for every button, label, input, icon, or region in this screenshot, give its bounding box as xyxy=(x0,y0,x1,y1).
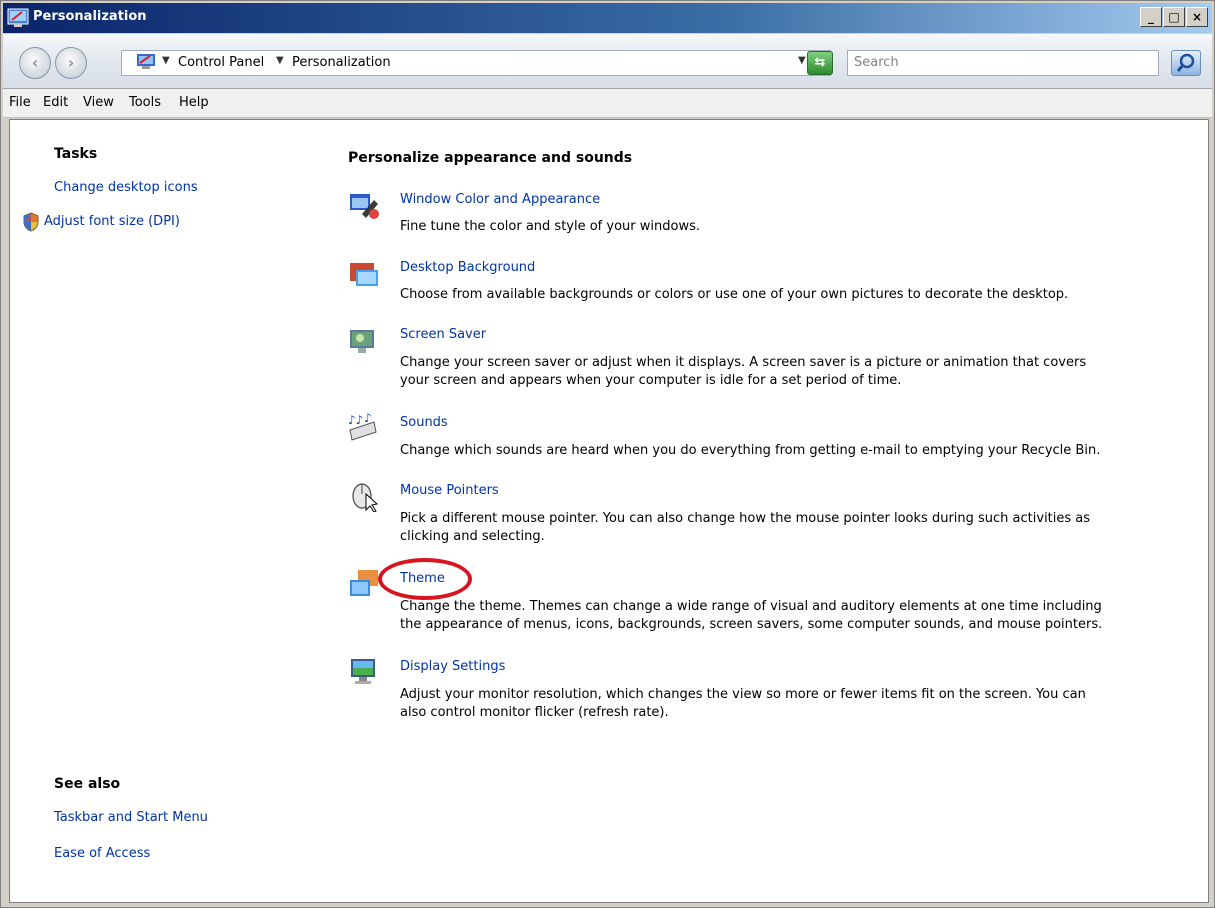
display-settings-link[interactable]: Display Settings xyxy=(400,659,505,674)
close-button[interactable]: × xyxy=(1186,7,1208,27)
personalization-window: Personalization _ □ × ‹ › ▼ Control Pane… xyxy=(0,0,1215,908)
shield-icon xyxy=(23,212,39,232)
minimize-button[interactable]: _ xyxy=(1140,7,1162,27)
address-box[interactable]: ▼ Control Panel ▼ Personalization ▼ xyxy=(121,50,831,76)
mouse-pointers-link[interactable]: Mouse Pointers xyxy=(400,483,499,498)
maximize-button[interactable]: □ xyxy=(1163,7,1185,27)
screen-saver-icon xyxy=(350,330,374,353)
breadcrumb-personalization[interactable]: Personalization xyxy=(292,55,391,70)
refresh-button[interactable]: ⇆ xyxy=(807,51,833,75)
display-settings-icon xyxy=(351,659,375,684)
sounds-link[interactable]: Sounds xyxy=(400,415,448,430)
title-bar[interactable]: Personalization _ □ × xyxy=(3,3,1212,33)
window-color-link[interactable]: Window Color and Appearance xyxy=(400,192,600,207)
address-bar-area: ‹ › ▼ Control Panel ▼ Personalization ▼ … xyxy=(3,34,1212,89)
see-also-heading: See also xyxy=(54,776,121,792)
menu-file[interactable]: File xyxy=(9,95,31,110)
forward-button[interactable]: › xyxy=(55,47,87,79)
tasks-heading: Tasks xyxy=(54,146,98,162)
desktop-background-description: Choose from available backgrounds or col… xyxy=(400,287,1069,302)
back-button[interactable]: ‹ xyxy=(19,47,51,79)
taskbar-start-menu-link[interactable]: Taskbar and Start Menu xyxy=(54,810,208,825)
screen-saver-description-line1: Change your screen saver or adjust when … xyxy=(400,355,1087,370)
sounds-icon: ♪♪ ♪ xyxy=(348,412,377,441)
menu-bar: File Edit View Tools Help xyxy=(3,89,1212,118)
control-panel-icon xyxy=(137,54,155,69)
desktop-background-icon xyxy=(350,263,378,286)
search-icon xyxy=(1176,53,1195,72)
page-heading: Personalize appearance and sounds xyxy=(348,150,633,166)
window-color-icon xyxy=(350,194,379,219)
sounds-description: Change which sounds are heard when you d… xyxy=(400,443,1101,458)
theme-link[interactable]: Theme xyxy=(400,571,445,586)
menu-view[interactable]: View xyxy=(83,95,114,110)
mouse-pointers-description-line2: clicking and selecting. xyxy=(400,529,545,544)
menu-tools[interactable]: Tools xyxy=(129,95,161,110)
mouse-pointers-description-line1: Pick a different mouse pointer. You can … xyxy=(400,511,1091,526)
search-button[interactable] xyxy=(1171,50,1201,76)
display-settings-description-line1: Adjust your monitor resolution, which ch… xyxy=(400,687,1086,702)
chevron-down-icon[interactable]: ▼ xyxy=(798,55,806,66)
screen-saver-link[interactable]: Screen Saver xyxy=(400,327,486,342)
menu-edit[interactable]: Edit xyxy=(43,95,68,110)
adjust-font-size-link[interactable]: Adjust font size (DPI) xyxy=(44,214,180,229)
breadcrumb-arrow-icon[interactable]: ▼ xyxy=(276,55,284,66)
breadcrumb-arrow-icon[interactable]: ▼ xyxy=(162,55,170,66)
window-title: Personalization xyxy=(33,9,147,24)
breadcrumb-control-panel[interactable]: Control Panel xyxy=(178,55,264,70)
svg-text:♪: ♪ xyxy=(364,412,372,425)
change-desktop-icons-link[interactable]: Change desktop icons xyxy=(54,180,198,195)
theme-description-line2: the appearance of menus, icons, backgrou… xyxy=(400,617,1103,632)
theme-icon xyxy=(350,570,378,596)
theme-description-line1: Change the theme. Themes can change a wi… xyxy=(400,599,1102,614)
svg-text:♪♪: ♪♪ xyxy=(348,413,363,427)
ease-of-access-link[interactable]: Ease of Access xyxy=(54,846,150,861)
desktop-background-link[interactable]: Desktop Background xyxy=(400,260,535,275)
menu-help[interactable]: Help xyxy=(179,95,209,110)
content-pane: Tasks Change desktop icons Adjust font s… xyxy=(9,119,1209,903)
display-settings-description-line2: also control monitor flicker (refresh ra… xyxy=(400,705,669,720)
personalization-icon xyxy=(7,8,29,27)
mouse-pointer-icon xyxy=(352,483,379,512)
window-color-description: Fine tune the color and style of your wi… xyxy=(400,219,700,234)
screen-saver-description-line2: your screen and appears when your comput… xyxy=(400,373,902,388)
search-input[interactable]: Search xyxy=(847,50,1159,76)
